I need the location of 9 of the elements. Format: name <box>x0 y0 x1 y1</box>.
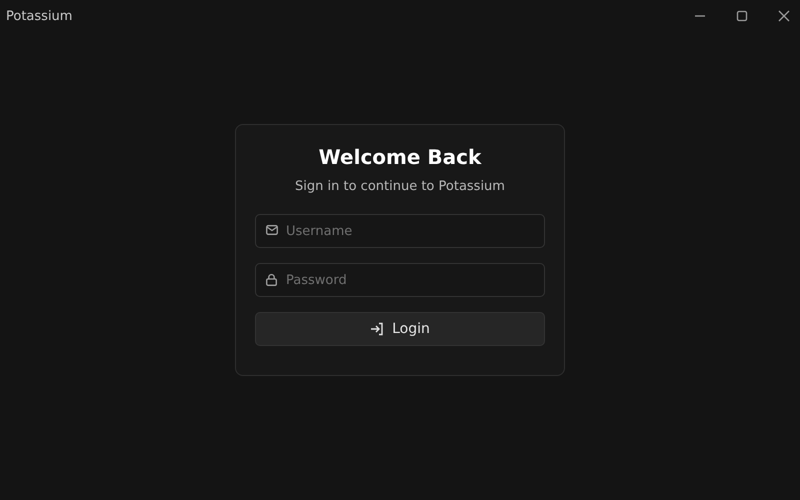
login-button[interactable]: Login <box>255 312 545 346</box>
close-icon[interactable] <box>778 10 790 22</box>
username-field[interactable]: Username <box>255 214 545 248</box>
login-title: Welcome Back <box>318 145 482 169</box>
window-title: Potassium <box>6 8 72 24</box>
login-subtitle: Sign in to continue to Potassium <box>294 179 506 194</box>
login-icon <box>370 322 384 336</box>
maximize-icon[interactable] <box>736 10 748 22</box>
password-field[interactable]: Password <box>255 263 545 297</box>
